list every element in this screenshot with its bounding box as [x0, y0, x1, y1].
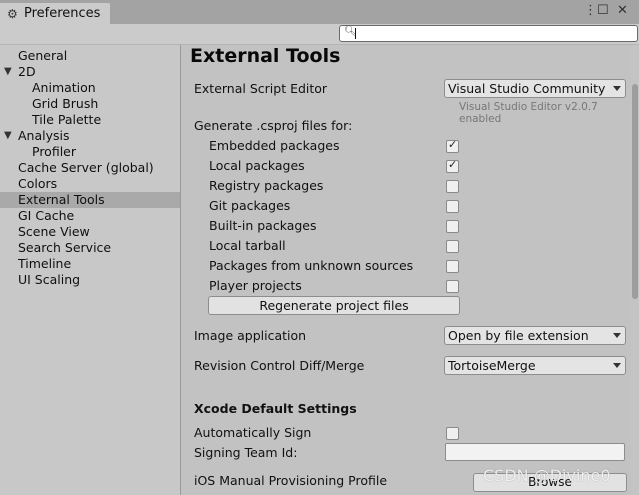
sidebar-item-scene-view[interactable]: Scene View	[0, 224, 180, 240]
builtin-packages-label: Built-in packages	[209, 218, 317, 233]
registry-packages-label: Registry packages	[209, 178, 324, 193]
sidebar-item-gi-cache[interactable]: GI Cache	[0, 208, 180, 224]
watermark: CSDN @Divine0	[483, 466, 611, 485]
sidebar-item-label: 2D	[18, 64, 36, 79]
player-projects-checkbox[interactable]	[446, 280, 459, 293]
dropdown-value: Open by file extension	[448, 328, 589, 343]
automatically-sign-label: Automatically Sign	[194, 425, 312, 440]
csproj-heading: Generate .csproj files for:	[194, 118, 353, 133]
sidebar-item-2d[interactable]: ▼ 2D	[0, 64, 180, 80]
checkmark-icon: ✓	[448, 158, 458, 171]
sidebar-item-label: GI Cache	[18, 208, 75, 223]
tab-title: Preferences	[24, 6, 101, 21]
sidebar-item-grid-brush[interactable]: Grid Brush	[0, 96, 180, 112]
sidebar-item-colors[interactable]: Colors	[0, 176, 180, 192]
sidebar-item-label: Animation	[32, 80, 96, 95]
local-tarball-checkbox[interactable]	[446, 240, 459, 253]
sidebar-item-search-service[interactable]: Search Service	[0, 240, 180, 256]
sidebar-item-label: Analysis	[18, 128, 70, 143]
sidebar-item-analysis[interactable]: ▼ Analysis	[0, 128, 180, 144]
dropdown-value: Visual Studio Community 2019	[448, 81, 606, 96]
dropdown-value: TortoiseMerge	[448, 358, 536, 373]
signing-team-id-label: Signing Team Id:	[194, 445, 298, 460]
unknown-sources-checkbox[interactable]	[446, 260, 459, 273]
preferences-tab[interactable]: ⚙ Preferences	[0, 3, 110, 24]
local-packages-checkbox[interactable]: ✓	[446, 158, 459, 173]
gear-icon: ⚙	[7, 7, 18, 21]
sidebar-item-tile-palette[interactable]: Tile Palette	[0, 112, 180, 128]
embedded-packages-checkbox[interactable]: ✓	[446, 138, 459, 153]
sidebar-item-profiler[interactable]: Profiler	[0, 144, 180, 160]
ios-provisioning-profile-label: iOS Manual Provisioning Profile	[194, 473, 388, 488]
unknown-sources-label: Packages from unknown sources	[209, 258, 414, 273]
revision-control-dropdown[interactable]: TortoiseMerge	[444, 356, 626, 375]
registry-packages-checkbox[interactable]	[446, 180, 459, 193]
builtin-packages-checkbox[interactable]	[446, 220, 459, 233]
maximize-icon[interactable]: ☐	[597, 3, 609, 18]
search-bar: 🔍︎	[0, 24, 639, 45]
title-bar: ⚙ Preferences ⋮ ☐ ✕	[0, 0, 639, 24]
editor-version-note: Visual Studio Editor v2.0.7 enabled	[459, 101, 598, 125]
sidebar-item-label: General	[18, 48, 68, 63]
local-tarball-label: Local tarball	[209, 238, 286, 253]
sidebar-item-general[interactable]: General	[0, 48, 180, 64]
local-packages-label: Local packages	[209, 158, 305, 173]
page-title: External Tools	[190, 45, 341, 67]
regenerate-project-files-button[interactable]: Regenerate project files	[208, 296, 460, 315]
more-options-icon[interactable]: ⋮	[584, 3, 597, 18]
sidebar-item-cache-server[interactable]: Cache Server (global)	[0, 160, 180, 176]
close-icon[interactable]: ✕	[617, 3, 628, 18]
embedded-packages-label: Embedded packages	[209, 138, 340, 153]
chevron-down-icon	[613, 333, 621, 338]
sidebar-item-label: Grid Brush	[32, 96, 99, 111]
xcode-section-heading: Xcode Default Settings	[194, 401, 357, 416]
git-packages-checkbox[interactable]	[446, 200, 459, 213]
sidebar-item-external-tools[interactable]: External Tools	[0, 192, 180, 208]
sidebar-item-label: Tile Palette	[32, 112, 102, 127]
checkmark-icon: ✓	[448, 138, 458, 151]
automatically-sign-checkbox[interactable]	[446, 427, 459, 440]
sidebar-item-label: Search Service	[18, 240, 112, 255]
preferences-sidebar: General ▼ 2D Animation Grid Brush Tile P…	[0, 45, 181, 495]
chevron-down-icon[interactable]: ▼	[4, 64, 12, 80]
sidebar-item-label: Cache Server (global)	[18, 160, 154, 175]
signing-team-id-input[interactable]	[445, 443, 625, 461]
sidebar-item-label: Colors	[18, 176, 58, 191]
sidebar-item-animation[interactable]: Animation	[0, 80, 180, 96]
revision-control-label: Revision Control Diff/Merge	[194, 358, 365, 373]
git-packages-label: Git packages	[209, 198, 291, 213]
player-projects-label: Player projects	[209, 278, 302, 293]
sidebar-item-label: External Tools	[18, 192, 105, 207]
script-editor-dropdown[interactable]: Visual Studio Community 2019	[444, 79, 626, 98]
sidebar-item-label: Profiler	[32, 144, 77, 159]
chevron-down-icon[interactable]: ▼	[4, 128, 12, 144]
sidebar-item-label: Scene View	[18, 224, 90, 239]
sidebar-item-label: Timeline	[18, 256, 72, 271]
image-application-dropdown[interactable]: Open by file extension	[444, 326, 626, 345]
search-input[interactable]: 🔍︎	[339, 25, 638, 42]
script-editor-label: External Script Editor	[194, 81, 328, 96]
image-application-label: Image application	[194, 328, 307, 343]
chevron-down-icon	[613, 363, 621, 368]
chevron-down-icon	[613, 86, 621, 91]
sidebar-item-ui-scaling[interactable]: UI Scaling	[0, 272, 180, 288]
sidebar-item-label: UI Scaling	[18, 272, 81, 287]
text-caret	[355, 28, 356, 39]
sidebar-item-timeline[interactable]: Timeline	[0, 256, 180, 272]
